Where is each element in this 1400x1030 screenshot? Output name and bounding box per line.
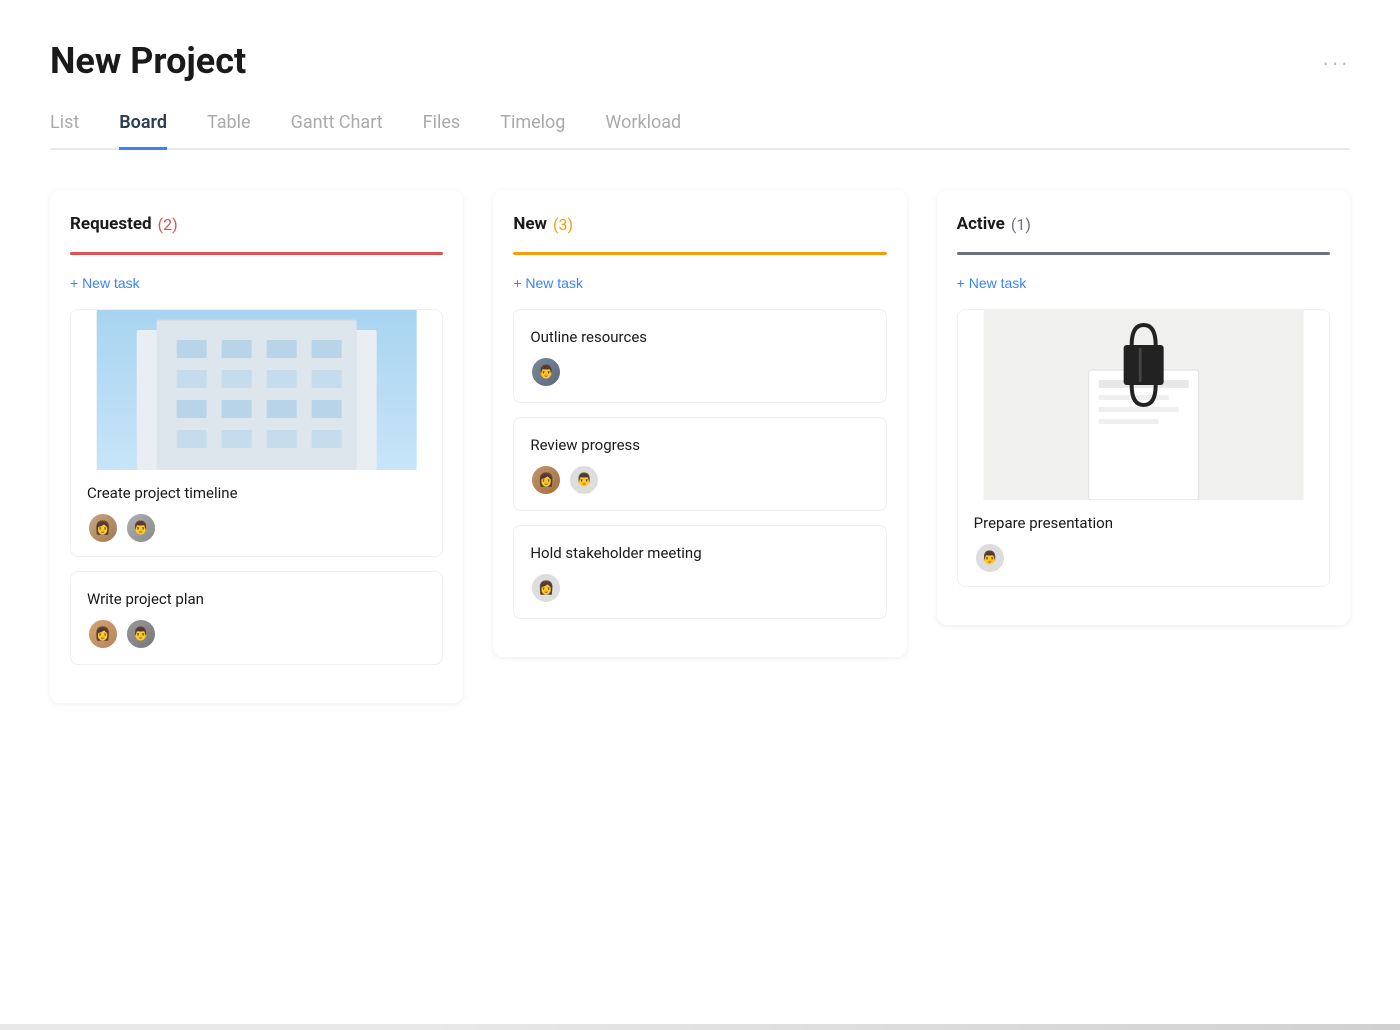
column-new-count: (3) xyxy=(553,215,573,234)
avatar-woman: 👩 xyxy=(87,512,119,544)
avatar-man-glasses: 👨 xyxy=(125,512,157,544)
card-hold-stakeholder-meeting[interactable]: Hold stakeholder meeting 👩 xyxy=(513,525,886,619)
card-review-progress-avatars: 👩 👨 xyxy=(530,464,869,496)
card-create-project-timeline-body: Create project timeline 👩 👨 xyxy=(71,470,442,556)
column-active-header: Active (1) xyxy=(957,214,1330,234)
column-requested-count: (2) xyxy=(158,215,178,234)
avatar-woman4: 👩 xyxy=(530,572,562,604)
card-prepare-presentation-body: Prepare presentation 👨 xyxy=(958,500,1329,586)
column-active: Active (1) + New task xyxy=(937,190,1350,625)
avatar-man-dark: 👨 xyxy=(568,464,600,496)
avatar-man2: 👨 xyxy=(125,618,157,650)
new-task-active-button[interactable]: + New task xyxy=(957,275,1027,291)
column-requested: Requested (2) + New task xyxy=(50,190,463,703)
card-clip-image xyxy=(958,310,1329,500)
board-area: Requested (2) + New task xyxy=(0,150,1400,743)
tab-workload[interactable]: Workload xyxy=(605,112,681,150)
card-write-project-plan-avatars: 👩 👨 xyxy=(87,618,426,650)
card-review-progress-body: Review progress 👩 👨 xyxy=(514,418,885,510)
column-requested-title: Requested xyxy=(70,214,152,234)
card-create-project-timeline-title: Create project timeline xyxy=(87,484,426,502)
tab-list[interactable]: List xyxy=(50,112,79,150)
card-hold-stakeholder-meeting-body: Hold stakeholder meeting 👩 xyxy=(514,526,885,618)
avatar-woman2: 👩 xyxy=(87,618,119,650)
column-active-divider xyxy=(957,252,1330,255)
card-prepare-presentation-title: Prepare presentation xyxy=(974,514,1313,532)
more-options-button[interactable]: ··· xyxy=(1322,50,1350,76)
card-write-project-plan-body: Write project plan 👩 👨 xyxy=(71,572,442,664)
card-review-progress-title: Review progress xyxy=(530,436,869,454)
tab-files[interactable]: Files xyxy=(423,112,461,150)
card-write-project-plan-title: Write project plan xyxy=(87,590,426,608)
column-active-title: Active xyxy=(957,214,1005,234)
card-outline-resources[interactable]: Outline resources 👨 xyxy=(513,309,886,403)
card-outline-resources-title: Outline resources xyxy=(530,328,869,346)
card-hold-stakeholder-meeting-title: Hold stakeholder meeting xyxy=(530,544,869,562)
project-title: New Project xyxy=(50,40,246,82)
column-new: New (3) + New task Outline resources 👨 R… xyxy=(493,190,906,657)
card-create-project-timeline[interactable]: Create project timeline 👩 👨 xyxy=(70,309,443,557)
card-prepare-presentation-avatars: 👨 xyxy=(974,542,1313,574)
avatar-man3: 👨 xyxy=(530,356,562,388)
tab-nav: List Board Table Gantt Chart Files Timel… xyxy=(50,112,1350,150)
column-new-title: New xyxy=(513,214,547,234)
scrollbar[interactable] xyxy=(0,1024,1400,1030)
tab-table[interactable]: Table xyxy=(207,112,251,150)
card-prepare-presentation[interactable]: Prepare presentation 👨 xyxy=(957,309,1330,587)
column-active-count: (1) xyxy=(1011,215,1031,234)
card-outline-resources-body: Outline resources 👨 xyxy=(514,310,885,402)
avatar-man-glasses2: 👨 xyxy=(974,542,1006,574)
card-building-image xyxy=(71,310,442,470)
card-create-project-timeline-avatars: 👩 👨 xyxy=(87,512,426,544)
column-new-header: New (3) xyxy=(513,214,886,234)
avatar-woman3: 👩 xyxy=(530,464,562,496)
new-task-new-button[interactable]: + New task xyxy=(513,275,583,291)
column-requested-divider xyxy=(70,252,443,255)
card-outline-resources-avatars: 👨 xyxy=(530,356,869,388)
tab-gantt[interactable]: Gantt Chart xyxy=(291,112,383,150)
new-task-requested-button[interactable]: + New task xyxy=(70,275,140,291)
column-new-divider xyxy=(513,252,886,255)
column-requested-header: Requested (2) xyxy=(70,214,443,234)
card-review-progress[interactable]: Review progress 👩 👨 xyxy=(513,417,886,511)
tab-board[interactable]: Board xyxy=(119,112,167,150)
tab-timelog[interactable]: Timelog xyxy=(500,112,565,150)
card-hold-stakeholder-meeting-avatars: 👩 xyxy=(530,572,869,604)
card-write-project-plan[interactable]: Write project plan 👩 👨 xyxy=(70,571,443,665)
